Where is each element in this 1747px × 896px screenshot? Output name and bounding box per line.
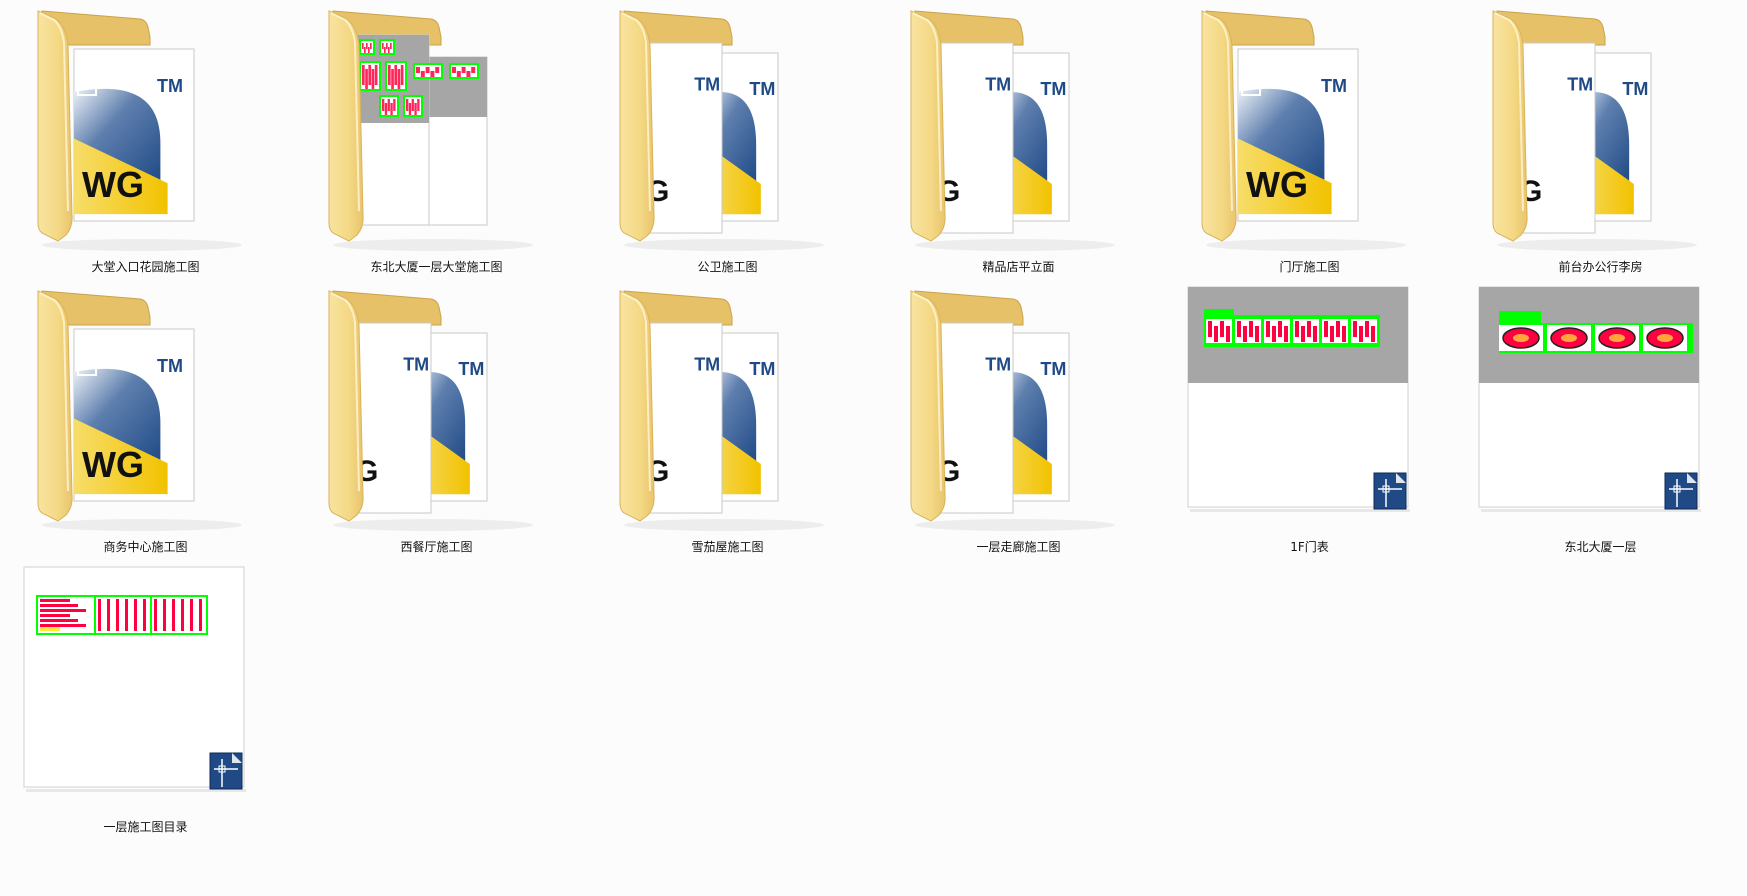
- folder-item[interactable]: TM TM G 前台办公行李房: [1455, 0, 1746, 275]
- svg-text:WG: WG: [82, 444, 144, 485]
- file-name: 精品店平立面: [982, 260, 1055, 274]
- file-name: 公卫施工图: [697, 260, 758, 274]
- file-name: 门厅施工图: [1279, 260, 1340, 274]
- folder-icon: TM TM G: [1477, 5, 1724, 259]
- folder-item[interactable]: TM WG 商务中心施工图: [0, 280, 291, 555]
- folder-item[interactable]: TM TM G 雪茄屋施工图: [582, 280, 873, 555]
- file-name: 商务中心施工图: [103, 540, 188, 554]
- svg-text:TM: TM: [985, 355, 1011, 375]
- folder-item[interactable]: TM WG 大堂入口花园施工图: [0, 0, 291, 275]
- svg-text:TM: TM: [1321, 76, 1347, 96]
- dwg-file-icon: [1186, 285, 1433, 539]
- dwg-file-item[interactable]: 一层施工图目录: [0, 560, 291, 835]
- folder-item[interactable]: TM TM G 精品店平立面: [873, 0, 1164, 275]
- svg-text:TM: TM: [1567, 75, 1593, 95]
- file-name: 大堂入口花园施工图: [91, 260, 200, 274]
- dwg-file-icon: [1477, 285, 1724, 539]
- svg-text:TM: TM: [985, 75, 1011, 95]
- svg-text:TM: TM: [157, 356, 183, 376]
- svg-text:WG: WG: [82, 164, 144, 205]
- svg-text:TM: TM: [1040, 79, 1066, 99]
- svg-text:TM: TM: [749, 359, 775, 379]
- file-name: 前台办公行李房: [1558, 260, 1643, 274]
- file-name: 雪茄屋施工图: [691, 540, 764, 554]
- svg-text:TM: TM: [1040, 359, 1066, 379]
- svg-text:TM: TM: [157, 76, 183, 96]
- folder-icon: TM TM G: [604, 5, 851, 259]
- svg-text:TM: TM: [694, 75, 720, 95]
- folder-item[interactable]: 东北大厦一层大堂施工图: [291, 0, 582, 275]
- svg-text:TM: TM: [749, 79, 775, 99]
- file-name: 一层施工图目录: [103, 820, 188, 834]
- dwg-file-icon: [22, 565, 269, 819]
- folder-item[interactable]: TM TM G 西餐厅施工图: [291, 280, 582, 555]
- file-name: 东北大厦一层大堂施工图: [370, 260, 503, 274]
- dwg-file-item[interactable]: 东北大厦一层: [1455, 280, 1746, 555]
- folder-icon: TM TM G: [895, 5, 1142, 259]
- svg-text:TM: TM: [1622, 79, 1648, 99]
- svg-text:TM: TM: [403, 355, 429, 375]
- svg-text:TM: TM: [694, 355, 720, 375]
- dwg-file-item[interactable]: 1F门表: [1164, 280, 1455, 555]
- folder-icon: TM TM G: [604, 285, 851, 539]
- file-name: 一层走廊施工图: [976, 540, 1061, 554]
- svg-text:TM: TM: [458, 359, 484, 379]
- folder-icon: TM WG: [22, 5, 269, 259]
- folder-icon: TM WG: [1186, 5, 1433, 259]
- folder-icon: TM TM G: [895, 285, 1142, 539]
- file-name: 西餐厅施工图: [400, 540, 473, 554]
- folder-item[interactable]: TM TM G 一层走廊施工图: [873, 280, 1164, 555]
- file-name: 东北大厦一层: [1564, 540, 1637, 554]
- file-name: 1F门表: [1290, 540, 1329, 554]
- file-grid: TM WG 大堂入口花园施工图 东北大厦一层大堂施工图 TM TM G 公卫施工…: [0, 0, 1747, 896]
- folder-item[interactable]: TM TM G 公卫施工图: [582, 0, 873, 275]
- folder-item[interactable]: TM WG 门厅施工图: [1164, 0, 1455, 275]
- folder-icon: [313, 5, 560, 259]
- svg-text:WG: WG: [1246, 164, 1308, 205]
- folder-icon: TM WG: [22, 285, 269, 539]
- folder-icon: TM TM G: [313, 285, 560, 539]
